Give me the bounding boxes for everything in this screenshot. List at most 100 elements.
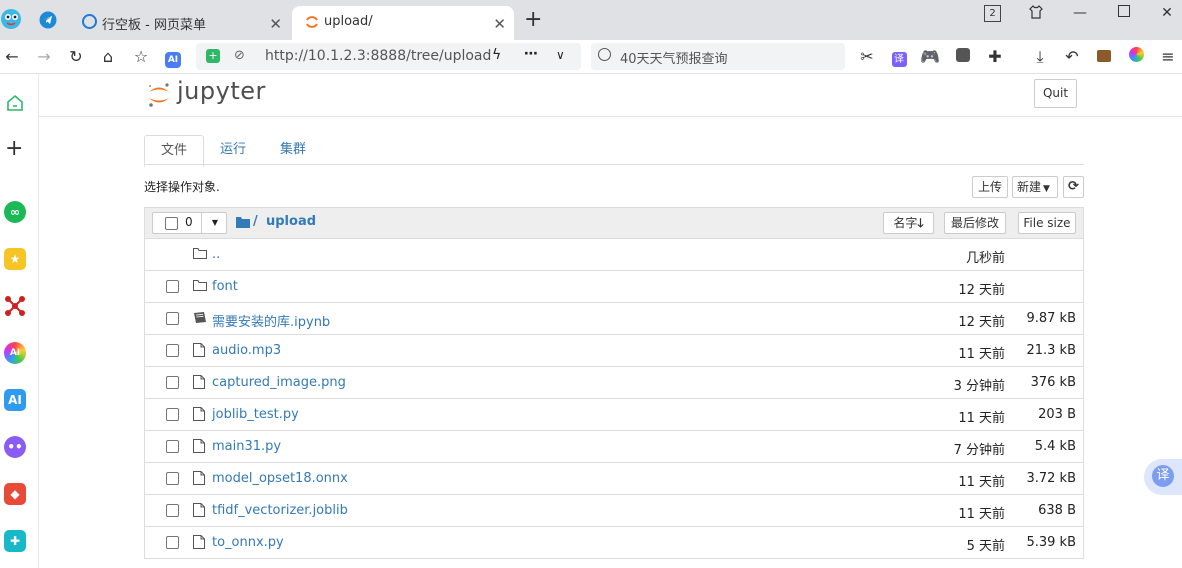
graph-icon[interactable] [4, 295, 26, 317]
row-checkbox[interactable] [166, 536, 179, 549]
reload-icon[interactable]: ↻ [66, 47, 86, 67]
chevron-down-icon[interactable]: ∨ [556, 48, 565, 62]
file-name-link[interactable]: joblib_test.py [212, 407, 299, 422]
table-row[interactable]: 需要安装的库.ipynb 12 天前 9.87 kB [144, 303, 1084, 335]
download-icon[interactable]: ⤓ [1030, 47, 1050, 67]
telegram-icon[interactable] [39, 11, 57, 29]
more-icon[interactable]: ⋯ [524, 46, 538, 62]
tshirt-icon[interactable] [1026, 4, 1046, 22]
file-size: 638 B [1038, 503, 1076, 518]
pocket-icon[interactable] [953, 47, 973, 67]
chat-icon[interactable]: •• [4, 436, 26, 458]
quit-button[interactable]: Quit [1034, 79, 1077, 108]
ai-assistant-icon[interactable] [1126, 47, 1146, 67]
address-url[interactable]: http://10.1.2.3:8888/tree/upload [265, 48, 491, 64]
caret-down-icon[interactable]: ▼ [201, 213, 228, 233]
ai-assistant-icon[interactable]: AI [4, 342, 26, 364]
window-counter-badge[interactable]: 2 [984, 5, 1001, 22]
jupyter-logo-icon[interactable] [147, 81, 171, 109]
search-box[interactable]: 40天天气预报查询 [591, 43, 845, 70]
file-name-link[interactable]: captured_image.png [212, 375, 346, 390]
file-name-link[interactable]: main31.py [212, 439, 281, 454]
table-row[interactable]: font 12 天前 [144, 271, 1084, 303]
jupyter-logo-text[interactable]: jupyter [177, 77, 266, 105]
tools-icon[interactable]: ✚ [4, 530, 26, 552]
arrow-down-icon: 🡓 [917, 216, 924, 230]
search-placeholder[interactable]: 40天天气预报查询 [620, 48, 728, 67]
tab-clusters[interactable]: 集群 [264, 135, 322, 165]
breadcrumb-root[interactable]: / [253, 214, 258, 229]
upload-button[interactable]: 上传 [972, 176, 1008, 198]
translate-icon[interactable]: 译 [889, 47, 909, 67]
file-name-link[interactable]: model_opset18.onnx [212, 471, 348, 486]
menu-icon[interactable]: ≡ [1158, 47, 1178, 67]
table-row[interactable]: model_opset18.onnx 11 天前 3.72 kB [144, 463, 1084, 495]
file-list-header: 0 ▼ / upload 名字🡓 最后修改 File size [144, 207, 1084, 239]
sort-size-button[interactable]: File size [1018, 212, 1076, 234]
undo-icon[interactable]: ↶ [1062, 47, 1082, 67]
sort-name-button[interactable]: 名字🡓 [883, 212, 934, 234]
folder-icon [193, 279, 207, 293]
table-row[interactable]: to_onnx.py 5 天前 5.39 kB [144, 527, 1084, 559]
back-icon[interactable]: ← [2, 47, 22, 67]
game-icon[interactable]: ◆ [4, 483, 26, 505]
forward-icon[interactable]: → [34, 47, 54, 67]
close-window-button[interactable]: ✕ [1157, 4, 1177, 22]
new-dropdown-button[interactable]: 新建 ▼ [1012, 176, 1058, 198]
floating-translate-button[interactable]: 译 [1144, 459, 1182, 495]
file-name-link[interactable]: tfidf_vectorizer.joblib [212, 503, 348, 518]
file-name-link[interactable]: font [212, 279, 238, 294]
lightning-icon[interactable]: ϟ [492, 47, 501, 63]
sort-modified-button[interactable]: 最后修改 [944, 212, 1006, 234]
table-row[interactable]: captured_image.png 3 分钟前 376 kB [144, 367, 1084, 399]
select-all-dropdown[interactable]: 0 ▼ [152, 212, 227, 234]
file-modified: 3 分钟前 [953, 379, 1005, 394]
row-checkbox[interactable] [166, 344, 179, 357]
row-checkbox[interactable] [166, 280, 179, 293]
tab-webmenu[interactable]: 行空板 - 网页菜单 ✕ [75, 6, 290, 40]
address-bar[interactable]: + ⊘ http://10.1.2.3:8888/tree/upload ϟ ⋯… [196, 43, 581, 70]
minimize-button[interactable]: — [1070, 4, 1090, 22]
row-checkbox[interactable] [166, 504, 179, 517]
ai-icon[interactable]: AI [4, 389, 26, 411]
select-all-checkbox[interactable] [165, 217, 178, 230]
add-icon[interactable]: + [5, 138, 23, 160]
extensions-icon[interactable]: ✚ [985, 47, 1005, 67]
blocked-icon[interactable]: ⊘ [234, 48, 245, 63]
table-row[interactable]: audio.mp3 11 天前 21.3 kB [144, 335, 1084, 367]
file-name-link[interactable]: audio.mp3 [212, 343, 281, 358]
mini-program-icon[interactable]: ∞ [4, 201, 26, 223]
row-checkbox[interactable] [166, 312, 179, 325]
row-checkbox[interactable] [166, 376, 179, 389]
browser-profile-avatar[interactable] [0, 6, 24, 32]
close-icon[interactable]: ✕ [269, 15, 282, 33]
scissors-icon[interactable]: ✂ [857, 47, 877, 67]
file-name-link[interactable]: .. [212, 247, 220, 262]
row-checkbox[interactable] [166, 408, 179, 421]
tab-files[interactable]: 文件 [144, 135, 204, 167]
security-shield-icon[interactable]: + [206, 49, 220, 63]
table-row[interactable]: tfidf_vectorizer.joblib 11 天前 638 B [144, 495, 1084, 527]
file-name-link[interactable]: 需要安装的库.ipynb [212, 311, 330, 330]
gamepad-icon[interactable]: 🎮 [920, 47, 940, 67]
table-row[interactable]: .. 几秒前 [144, 239, 1084, 271]
home-icon[interactable]: ⌂ [98, 47, 118, 67]
tab-upload[interactable]: upload/ ✕ [292, 6, 514, 40]
favorites-star-icon[interactable]: ☆ [131, 47, 151, 67]
tab-running[interactable]: 运行 [204, 135, 262, 165]
maximize-button[interactable] [1114, 4, 1134, 22]
ai-icon[interactable]: AI [163, 47, 183, 68]
briefcase-icon[interactable] [1094, 47, 1114, 67]
table-row[interactable]: joblib_test.py 11 天前 203 B [144, 399, 1084, 431]
home-icon[interactable] [5, 93, 25, 113]
table-row[interactable]: main31.py 7 分钟前 5.4 kB [144, 431, 1084, 463]
file-icon [193, 471, 207, 485]
close-icon[interactable]: ✕ [493, 15, 506, 33]
refresh-button[interactable]: ⟳ [1063, 176, 1084, 198]
favorites-icon[interactable]: ★ [4, 248, 26, 270]
breadcrumb-folder[interactable]: upload [266, 214, 316, 229]
row-checkbox[interactable] [166, 472, 179, 485]
file-name-link[interactable]: to_onnx.py [212, 535, 284, 550]
row-checkbox[interactable] [166, 440, 179, 453]
new-tab-button[interactable]: + [524, 7, 542, 32]
